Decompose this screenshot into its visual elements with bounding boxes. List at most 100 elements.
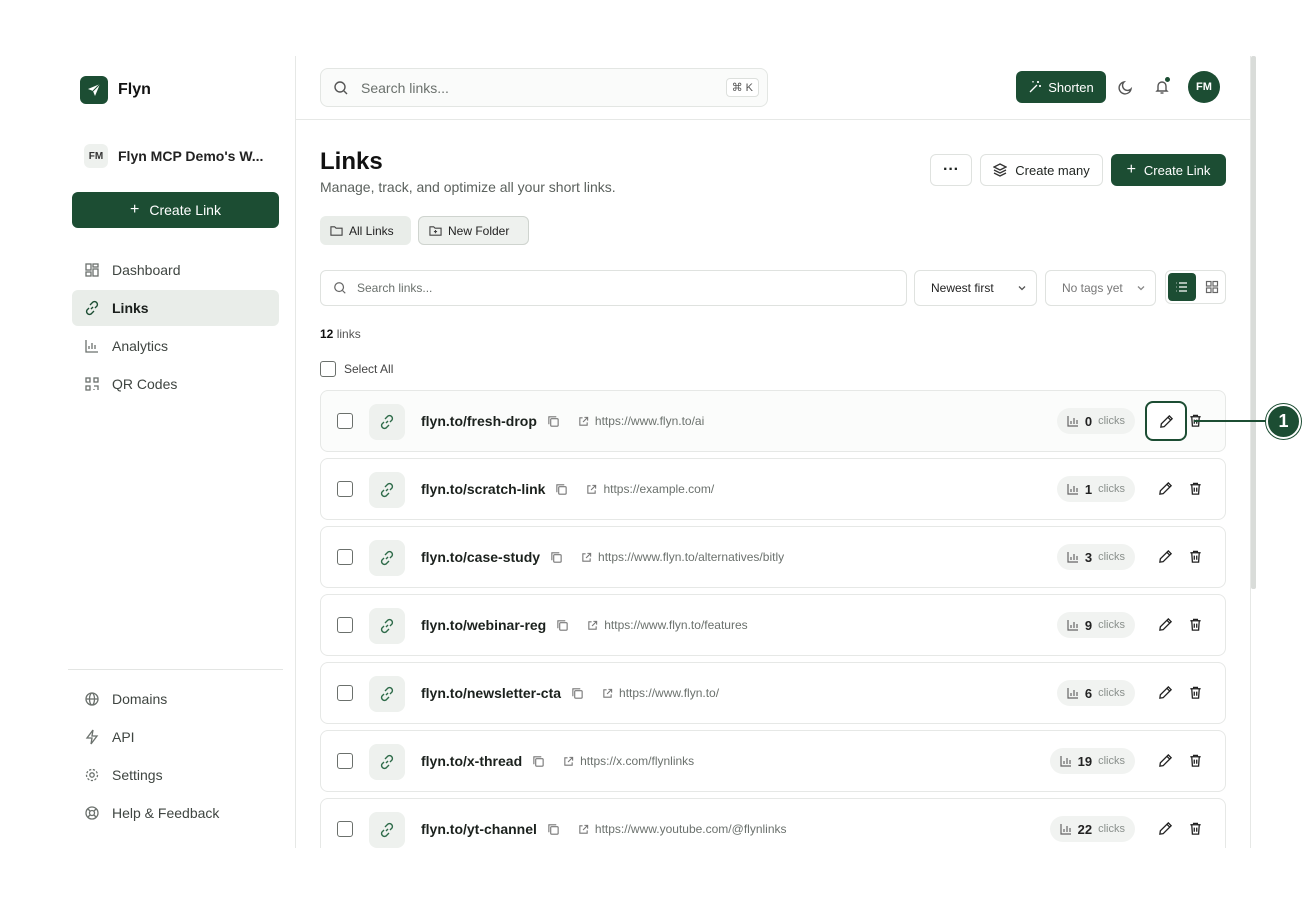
sort-value: Newest first bbox=[931, 281, 994, 295]
clicks-badge[interactable]: 0 clicks bbox=[1056, 408, 1135, 434]
clicks-badge[interactable]: 6 clicks bbox=[1056, 680, 1135, 706]
folder-all-links[interactable]: All Links bbox=[320, 216, 411, 245]
edit-button[interactable] bbox=[1155, 546, 1175, 566]
new-folder-button[interactable]: New Folder bbox=[418, 216, 529, 245]
copy-icon[interactable] bbox=[547, 415, 560, 428]
links-search-input[interactable]: Search links... bbox=[320, 270, 907, 306]
short-link[interactable]: flyn.to/fresh-drop bbox=[421, 413, 537, 429]
destination-url[interactable]: https://x.com/flynlinks bbox=[563, 754, 694, 768]
select-all[interactable]: Select All bbox=[320, 361, 393, 377]
clicks-badge[interactable]: 1 clicks bbox=[1056, 476, 1135, 502]
create-many-button[interactable]: Create many bbox=[980, 154, 1103, 186]
delete-button[interactable] bbox=[1185, 818, 1205, 838]
sidebar-item-qr-codes[interactable]: QR Codes bbox=[72, 366, 279, 402]
destination-url[interactable]: https://www.flyn.to/features bbox=[587, 618, 748, 632]
destination-url[interactable]: https://www.youtube.com/@flynlinks bbox=[578, 822, 787, 836]
shorten-button[interactable]: Shorten bbox=[1016, 71, 1106, 103]
brand[interactable]: Flyn bbox=[80, 76, 151, 104]
create-link-button[interactable]: + Create Link bbox=[1111, 154, 1226, 186]
edit-button[interactable] bbox=[1145, 401, 1187, 441]
edit-button[interactable] bbox=[1155, 818, 1175, 838]
row-checkbox[interactable] bbox=[337, 685, 353, 701]
destination-url-text: https://www.flyn.to/ bbox=[619, 686, 720, 700]
row-checkbox[interactable] bbox=[337, 753, 353, 769]
short-link[interactable]: flyn.to/scratch-link bbox=[421, 481, 545, 497]
edit-button[interactable] bbox=[1155, 682, 1175, 702]
link-row[interactable]: flyn.to/x-thread https://x.com/flynlinks… bbox=[320, 730, 1226, 792]
global-search-input[interactable]: Search links... ⌘ K bbox=[320, 68, 768, 107]
sidebar-create-link-button[interactable]: + Create Link bbox=[72, 192, 279, 228]
sidebar-item-api[interactable]: API bbox=[72, 719, 279, 755]
workspace-switcher[interactable]: FM Flyn MCP Demo's W... bbox=[84, 144, 263, 168]
link-row[interactable]: flyn.to/case-study https://www.flyn.to/a… bbox=[320, 526, 1226, 588]
row-checkbox[interactable] bbox=[337, 821, 353, 837]
edit-button[interactable] bbox=[1155, 614, 1175, 634]
copy-icon[interactable] bbox=[555, 483, 568, 496]
copy-icon[interactable] bbox=[532, 755, 545, 768]
sidebar-item-help-feedback[interactable]: Help & Feedback bbox=[72, 795, 279, 831]
select-all-checkbox[interactable] bbox=[320, 361, 336, 377]
delete-button[interactable] bbox=[1185, 546, 1205, 566]
delete-button[interactable] bbox=[1185, 682, 1205, 702]
clicks-badge[interactable]: 9 clicks bbox=[1056, 612, 1135, 638]
edit-button[interactable] bbox=[1155, 750, 1175, 770]
sidebar-item-domains[interactable]: Domains bbox=[72, 681, 279, 717]
bar-chart-icon bbox=[1067, 620, 1078, 631]
clicks-badge[interactable]: 22 clicks bbox=[1049, 816, 1135, 842]
delete-button[interactable] bbox=[1185, 750, 1205, 770]
delete-button[interactable] bbox=[1185, 478, 1205, 498]
link-row[interactable]: flyn.to/webinar-reg https://www.flyn.to/… bbox=[320, 594, 1226, 656]
edit-button[interactable] bbox=[1155, 478, 1175, 498]
delete-button[interactable] bbox=[1185, 614, 1205, 634]
more-options-button[interactable]: ··· bbox=[930, 154, 972, 186]
layers-icon bbox=[993, 163, 1008, 177]
copy-icon[interactable] bbox=[571, 687, 584, 700]
search-shortcut-badge: ⌘ K bbox=[725, 78, 759, 97]
destination-url[interactable]: https://www.flyn.to/ bbox=[602, 686, 719, 700]
copy-icon[interactable] bbox=[556, 619, 569, 632]
destination-url[interactable]: https://example.com/ bbox=[586, 482, 714, 496]
list-view-button[interactable] bbox=[1168, 273, 1196, 301]
sidebar-item-label: Dashboard bbox=[112, 262, 181, 278]
moon-icon[interactable] bbox=[1118, 79, 1134, 95]
app-window: Flyn FM Flyn MCP Demo's W... + Create Li… bbox=[56, 56, 1256, 848]
destination-url[interactable]: https://www.flyn.to/ai bbox=[578, 414, 704, 428]
copy-icon[interactable] bbox=[550, 551, 563, 564]
sort-select[interactable]: Newest first bbox=[914, 270, 1037, 306]
view-toggle bbox=[1165, 270, 1226, 304]
tags-select[interactable]: No tags yet bbox=[1045, 270, 1156, 306]
link-icon bbox=[369, 744, 405, 780]
clicks-badge[interactable]: 3 clicks bbox=[1056, 544, 1135, 570]
user-avatar[interactable]: FM bbox=[1188, 71, 1220, 103]
short-link[interactable]: flyn.to/x-thread bbox=[421, 753, 522, 769]
row-checkbox[interactable] bbox=[337, 481, 353, 497]
sidebar-item-links[interactable]: Links bbox=[72, 290, 279, 326]
clicks-badge[interactable]: 19 clicks bbox=[1049, 748, 1135, 774]
scrollbar-thumb[interactable] bbox=[1251, 56, 1256, 589]
destination-url[interactable]: https://www.flyn.to/alternatives/bitly bbox=[581, 550, 784, 564]
links-list: flyn.to/fresh-drop https://www.flyn.to/a… bbox=[320, 390, 1226, 848]
link-row[interactable]: flyn.to/newsletter-cta https://www.flyn.… bbox=[320, 662, 1226, 724]
link-row[interactable]: flyn.to/fresh-drop https://www.flyn.to/a… bbox=[320, 390, 1226, 452]
short-link[interactable]: flyn.to/yt-channel bbox=[421, 821, 537, 837]
short-link[interactable]: flyn.to/webinar-reg bbox=[421, 617, 546, 633]
clicks-label: clicks bbox=[1098, 551, 1125, 563]
short-link[interactable]: flyn.to/case-study bbox=[421, 549, 540, 565]
folder-label: All Links bbox=[349, 223, 394, 238]
row-checkbox[interactable] bbox=[337, 413, 353, 429]
sidebar-item-analytics[interactable]: Analytics bbox=[72, 328, 279, 364]
sidebar-item-dashboard[interactable]: Dashboard bbox=[72, 252, 279, 288]
grid-view-button[interactable] bbox=[1199, 273, 1225, 301]
link-row[interactable]: flyn.to/yt-channel https://www.youtube.c… bbox=[320, 798, 1226, 848]
brand-name: Flyn bbox=[118, 81, 151, 98]
clicks-label: clicks bbox=[1098, 687, 1125, 699]
copy-icon[interactable] bbox=[547, 823, 560, 836]
row-checkbox[interactable] bbox=[337, 617, 353, 633]
short-link[interactable]: flyn.to/newsletter-cta bbox=[421, 685, 561, 701]
pencil-icon bbox=[1158, 617, 1172, 631]
sidebar-divider bbox=[68, 669, 283, 670]
clicks-label: clicks bbox=[1098, 755, 1125, 767]
link-row[interactable]: flyn.to/scratch-link https://example.com… bbox=[320, 458, 1226, 520]
row-checkbox[interactable] bbox=[337, 549, 353, 565]
sidebar-item-settings[interactable]: Settings bbox=[72, 757, 279, 793]
